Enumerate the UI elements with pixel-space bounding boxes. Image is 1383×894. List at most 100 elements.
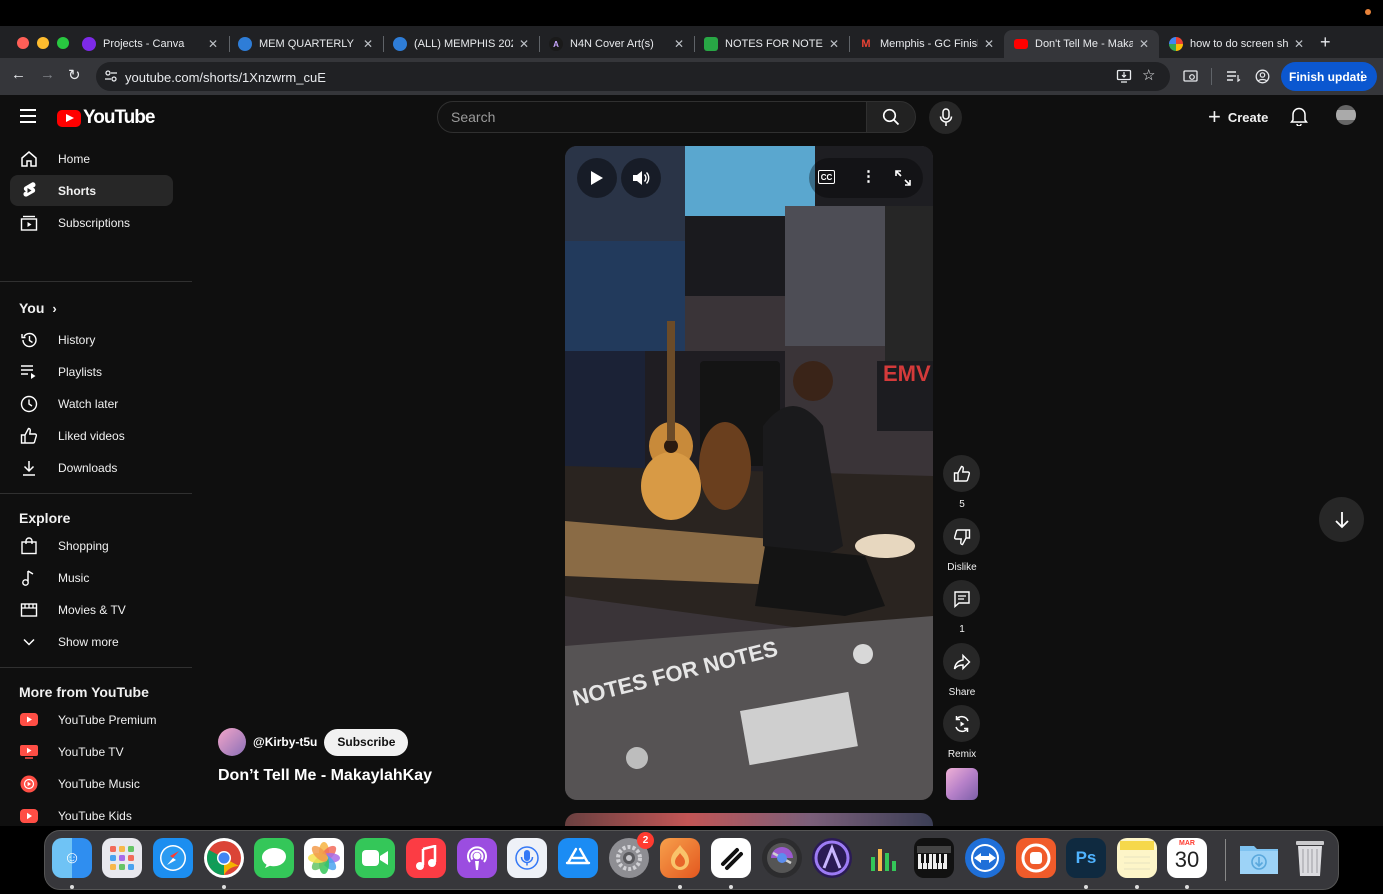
channel-name-link[interactable]: @Kirby-t5u [253, 735, 317, 749]
captions-icon[interactable]: CC [818, 170, 835, 184]
sidebar-item-youtube-kids[interactable]: YouTube Kids [10, 800, 173, 826]
forward-arrow-icon[interactable]: → [40, 66, 55, 83]
close-tab-icon[interactable]: ✕ [208, 37, 218, 51]
photoshop-icon[interactable]: Ps [1066, 838, 1106, 878]
menu-icon[interactable] [20, 109, 36, 123]
bookmark-star-icon[interactable]: ☆ [1142, 66, 1155, 84]
close-tab-icon[interactable]: ✕ [1294, 37, 1304, 51]
sidebar-item-downloads[interactable]: Downloads [10, 452, 173, 483]
media-control-icon[interactable] [1183, 69, 1198, 84]
sidebar-item-subscriptions[interactable]: Subscriptions [10, 207, 173, 238]
voice-search-button[interactable] [929, 101, 962, 134]
sidebar-item-show-more[interactable]: Show more [10, 626, 173, 657]
sidebar-item-shorts[interactable]: Shorts [10, 175, 173, 206]
fl-studio-icon[interactable] [660, 838, 700, 878]
back-arrow-icon[interactable]: ← [11, 66, 26, 83]
close-tab-icon[interactable]: ✕ [1139, 37, 1149, 51]
calendar-icon[interactable]: MAR 30 [1167, 838, 1207, 878]
logic-pro-icon[interactable] [812, 838, 852, 878]
close-tab-icon[interactable]: ✕ [363, 37, 373, 51]
search-button[interactable] [866, 101, 916, 133]
sidebar-you-heading[interactable]: You › [19, 300, 57, 316]
like-button[interactable] [943, 455, 980, 492]
facetime-icon[interactable] [355, 838, 395, 878]
sidebar-item-history[interactable]: History [10, 324, 173, 355]
browser-tab[interactable]: MEM QUARTERLY 1 2 ✕ [228, 30, 383, 58]
browser-tab[interactable]: M Memphis - GC Finish ✕ [849, 30, 1004, 58]
close-tab-icon[interactable]: ✕ [674, 37, 684, 51]
sidebar-item-youtube-music[interactable]: YouTube Music [10, 768, 173, 799]
sidebar-item-movies-tv[interactable]: Movies & TV [10, 594, 173, 625]
browser-tab[interactable]: how to do screen sho ✕ [1159, 30, 1314, 58]
profile-icon[interactable] [1255, 69, 1270, 84]
play-button[interactable] [577, 158, 617, 198]
chrome-icon[interactable] [204, 838, 244, 878]
next-short-button[interactable] [1319, 497, 1364, 542]
launchpad-icon[interactable] [102, 838, 142, 878]
sidebar-item-watch-later[interactable]: Watch later [10, 388, 173, 419]
podcasts-icon[interactable] [457, 838, 497, 878]
browser-tab[interactable]: NOTES FOR NOTES® ✕ [694, 30, 849, 58]
app-store-icon[interactable] [558, 838, 598, 878]
system-settings-icon[interactable]: 2 [609, 832, 654, 878]
install-app-icon[interactable] [1116, 68, 1132, 84]
sidebar-item-liked-videos[interactable]: Liked videos [10, 420, 173, 451]
more-vert-icon[interactable]: ⋮ [1356, 69, 1368, 83]
music-app-icon[interactable] [406, 838, 446, 878]
youtube-logo[interactable]: YouTube [57, 107, 155, 129]
notifications-bell-icon[interactable] [1290, 106, 1308, 126]
close-tab-icon[interactable]: ✕ [519, 37, 529, 51]
sidebar-item-playlists[interactable]: Playlists [10, 356, 173, 387]
browser-tab[interactable]: Projects - Canva ✕ [72, 30, 228, 58]
address-bar[interactable]: youtube.com/shorts/1Xnzwrm_cuE ☆ [96, 62, 1170, 91]
screen-recorder-icon[interactable] [1016, 838, 1056, 878]
finish-update-button[interactable]: Finish update ⋮ [1281, 62, 1377, 91]
browser-tab[interactable]: A N4N Cover Art(s) ✕ [539, 30, 694, 58]
browser-tab-active[interactable]: Don't Tell Me - Makay ✕ [1004, 30, 1159, 58]
sidebar-item-music[interactable]: Music [10, 562, 173, 593]
fullscreen-icon[interactable] [895, 170, 911, 186]
sidebar-item-shopping[interactable]: Shopping [10, 530, 173, 561]
create-button[interactable]: + Create [1200, 101, 1280, 133]
sidebar-item-youtube-tv[interactable]: YouTube TV [10, 736, 173, 767]
remix-button[interactable] [943, 705, 980, 742]
browser-tab[interactable]: (ALL) MEMPHIS 2026 ✕ [383, 30, 539, 58]
share-button[interactable] [943, 643, 980, 680]
motion-app-icon[interactable] [762, 838, 802, 878]
new-tab-button[interactable]: + [1320, 32, 1331, 53]
teamviewer-icon[interactable] [965, 838, 1005, 878]
downloads-folder-icon[interactable] [1239, 838, 1279, 878]
piano-app-icon[interactable] [914, 838, 954, 878]
safari-icon[interactable] [153, 838, 193, 878]
minimize-window-button[interactable] [37, 37, 49, 49]
capcut-icon[interactable] [711, 838, 751, 878]
search-input[interactable] [451, 109, 851, 125]
finder-icon[interactable]: ☺ [52, 838, 92, 878]
subscribe-button[interactable]: Subscribe [324, 728, 409, 756]
dislike-button[interactable] [943, 518, 980, 555]
sidebar-item-home[interactable]: Home [10, 143, 173, 174]
reload-icon[interactable]: ↻ [68, 66, 81, 84]
close-tab-icon[interactable]: ✕ [984, 37, 994, 51]
short-video-player[interactable]: EMV NOTES FOR NOTES CC ⋮ [565, 146, 933, 800]
mute-button[interactable] [621, 158, 661, 198]
notes-app-icon[interactable] [1117, 838, 1157, 878]
messages-icon[interactable] [254, 838, 294, 878]
short-title[interactable]: Don’t Tell Me - MakaylahKay [218, 767, 432, 785]
sidebar-item-youtube-premium[interactable]: YouTube Premium [10, 704, 173, 735]
voice-memos-icon[interactable] [507, 838, 547, 878]
trash-icon[interactable] [1290, 838, 1330, 878]
close-tab-icon[interactable]: ✕ [829, 37, 839, 51]
sound-thumbnail[interactable] [946, 768, 978, 800]
channel-avatar[interactable] [218, 728, 246, 756]
photos-icon[interactable] [304, 838, 344, 878]
next-short-preview[interactable] [565, 813, 933, 826]
account-avatar[interactable] [1336, 105, 1356, 125]
site-settings-icon[interactable] [104, 69, 118, 83]
more-vert-icon[interactable]: ⋮ [861, 167, 876, 185]
close-window-button[interactable] [17, 37, 29, 49]
equalizer-app-icon[interactable] [863, 838, 903, 878]
reading-list-icon[interactable] [1226, 69, 1241, 84]
zoom-window-button[interactable] [57, 37, 69, 49]
comments-button[interactable] [943, 580, 980, 617]
